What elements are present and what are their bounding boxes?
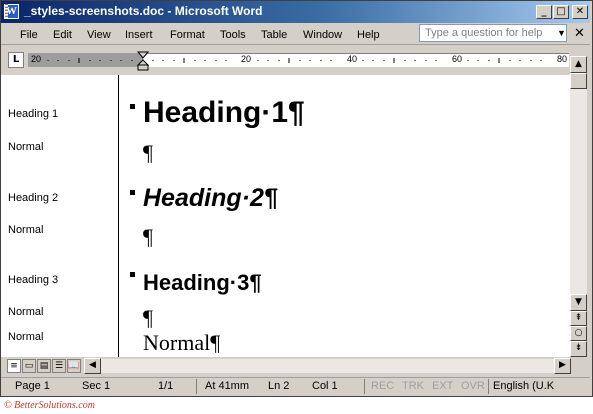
ruler-number: 20 <box>241 54 252 64</box>
menu-table[interactable]: Table <box>261 28 287 42</box>
status-section[interactable]: Sec 1 <box>82 380 110 392</box>
status-language[interactable]: English (U.K <box>493 380 554 392</box>
style-label-normal: Normal <box>8 331 44 343</box>
scroll-left-button[interactable]: ◀ <box>84 358 101 374</box>
status-record-macro[interactable]: REC <box>371 380 394 392</box>
menu-view[interactable]: View <box>87 28 111 42</box>
status-column[interactable]: Col 1 <box>312 380 338 392</box>
heading-2-paragraph[interactable]: Heading·2¶ <box>143 184 278 213</box>
keep-with-next-marker <box>130 104 135 109</box>
style-label-heading3: Heading 3 <box>8 274 59 286</box>
status-line[interactable]: Ln 2 <box>268 380 289 392</box>
empty-paragraph-mark[interactable]: ¶ <box>143 305 153 331</box>
outline-view-button[interactable]: ☰ <box>52 359 66 373</box>
status-page[interactable]: Page 1 <box>15 380 50 392</box>
ask-question-input[interactable]: Type a question for help <box>419 24 567 42</box>
minimize-button[interactable]: _ <box>536 5 552 19</box>
horizontal-scrollbar[interactable] <box>101 359 554 373</box>
reading-layout-view-button[interactable]: 📖 <box>67 359 81 373</box>
keep-with-next-marker <box>130 190 135 195</box>
normal-view-button[interactable]: ≡ <box>7 359 21 373</box>
next-page-button[interactable]: ⇟ <box>570 341 587 357</box>
menu-insert[interactable]: Insert <box>125 28 153 42</box>
ruler-number: 20 <box>31 54 42 64</box>
menu-window[interactable]: Window <box>303 28 342 42</box>
heading-1-paragraph[interactable]: Heading·1¶ <box>143 96 305 130</box>
style-label-normal: Normal <box>8 306 44 318</box>
menu-grip-handle[interactable] <box>5 4 8 18</box>
style-label-heading2: Heading 2 <box>8 192 59 204</box>
status-overtype[interactable]: OVR <box>461 380 485 392</box>
status-extend-selection[interactable]: EXT <box>432 380 453 392</box>
scroll-down-button[interactable]: ▼ <box>570 294 587 311</box>
ruler-number: 60 <box>452 54 463 64</box>
web-layout-view-button[interactable]: ▭ <box>22 359 36 373</box>
status-divider <box>196 379 197 394</box>
ask-dropdown-arrow-icon[interactable]: ▼ <box>557 28 566 38</box>
select-browse-object-button[interactable]: ○ <box>570 326 587 341</box>
status-track-changes[interactable]: TRK <box>402 380 424 392</box>
style-label-normal: Normal <box>8 141 44 153</box>
normal-paragraph[interactable]: Normal¶ <box>143 330 220 356</box>
close-document-button[interactable]: ✕ <box>574 26 585 41</box>
empty-paragraph-mark[interactable]: ¶ <box>143 224 153 250</box>
menu-file[interactable]: File <box>20 28 38 42</box>
status-divider <box>364 379 365 394</box>
menu-tools[interactable]: Tools <box>220 28 246 42</box>
indent-marker-icon[interactable] <box>137 51 149 71</box>
status-divider <box>488 379 489 394</box>
keep-with-next-marker <box>130 272 135 277</box>
style-label-heading1: Heading 1 <box>8 108 59 120</box>
previous-page-button[interactable]: ⇞ <box>570 311 587 326</box>
ruler-number: 80 <box>557 54 568 64</box>
print-layout-view-button[interactable]: ▤ <box>37 359 51 373</box>
ruler-margin-region <box>28 53 143 67</box>
menu-help[interactable]: Help <box>357 28 380 42</box>
close-button[interactable]: ✕ <box>572 5 588 19</box>
status-page-count[interactable]: 1/1 <box>158 380 173 392</box>
style-label-normal: Normal <box>8 224 44 236</box>
scroll-right-button[interactable]: ▶ <box>554 358 571 374</box>
menu-format[interactable]: Format <box>170 28 205 42</box>
tab-selector-button[interactable]: L <box>8 52 24 68</box>
menu-edit[interactable]: Edit <box>53 28 72 42</box>
scroll-up-button[interactable]: ▲ <box>570 56 587 73</box>
empty-paragraph-mark[interactable]: ¶ <box>143 140 153 166</box>
heading-3-paragraph[interactable]: Heading·3¶ <box>143 270 262 296</box>
status-position[interactable]: At 41mm <box>205 380 249 392</box>
copyright-watermark: © BetterSolutions.com <box>4 400 95 411</box>
maximize-button[interactable]: □ <box>553 5 569 19</box>
ruler-number: 40 <box>347 54 358 64</box>
vertical-scroll-thumb[interactable] <box>570 73 587 89</box>
window-title: _styles-screenshots.doc - Microsoft Word <box>24 4 263 18</box>
